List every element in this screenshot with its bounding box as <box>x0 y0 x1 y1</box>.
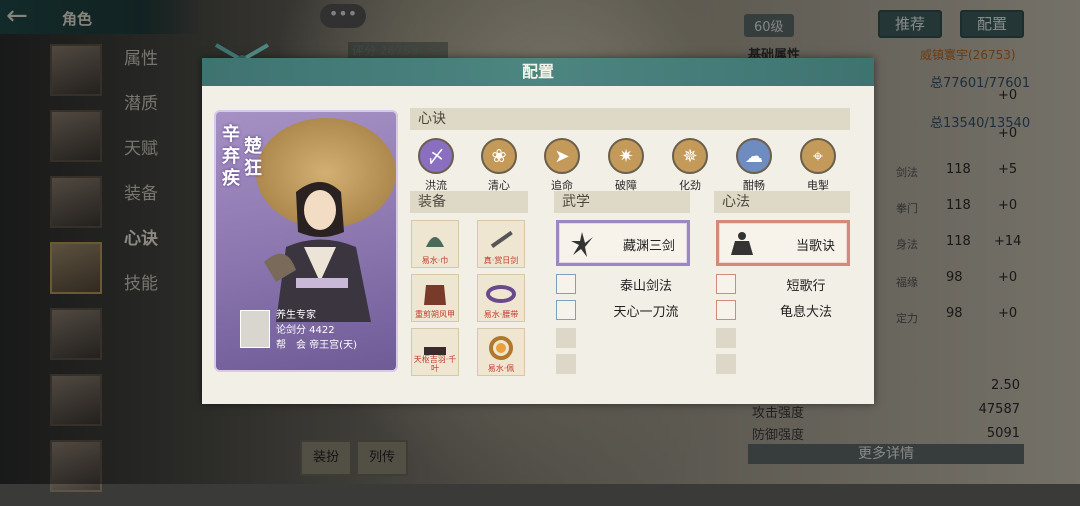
headband-icon <box>426 237 444 247</box>
sword-icon <box>490 230 513 248</box>
character-card: 辛弃疾 楚狂 养生专家 论剑分 4422 帮 会 帝王宫(天) <box>214 110 398 372</box>
character-name: 辛弃疾 <box>222 124 240 189</box>
equipment-section-header: 装备 <box>410 191 528 213</box>
swirl-icon: 〆 <box>418 138 454 174</box>
martial-skill[interactable]: 泰山剑法 <box>556 274 690 294</box>
player-avatar <box>240 310 270 348</box>
swordsman-icon <box>571 232 593 257</box>
equipment-slot[interactable]: 易水·佩 <box>477 328 525 376</box>
player-title: 养生专家 <box>276 310 316 321</box>
xinjue-item[interactable]: ✵ 化劲 <box>670 138 710 193</box>
empty-skill-slot[interactable] <box>716 328 736 348</box>
empty-skill-slot[interactable] <box>556 328 576 348</box>
config-dialog: 配置 辛弃疾 楚狂 养生专家 论剑分 4422 帮 会 帝王宫(天) 心诀 〆洪… <box>202 43 874 404</box>
martial-skill-icon <box>556 274 576 294</box>
belt-icon <box>486 285 516 303</box>
xinjue-item[interactable]: ☁ 酣畅 <box>734 138 774 193</box>
xinjue-item[interactable]: ➤ 追命 <box>542 138 582 193</box>
xinjue-item[interactable]: ⌖ 电掣 <box>798 138 838 193</box>
martial-section-header: 武学 <box>554 191 690 213</box>
martial-skill[interactable]: 天心一刀流 <box>556 300 690 320</box>
main-xinfa[interactable]: 当歌诀 <box>716 220 850 266</box>
xinjue-item[interactable]: ✷ 破障 <box>606 138 646 193</box>
equipment-slot[interactable]: 易水·巾 <box>411 220 459 268</box>
xinjue-item[interactable]: ❀ 清心 <box>479 138 519 193</box>
meditation-icon <box>731 232 753 255</box>
main-xinfa-name: 当歌诀 <box>795 239 835 254</box>
player-guild: 帮 会 帝王宫(天) <box>276 340 357 351</box>
main-martial-name: 藏渊三剑 <box>622 239 675 254</box>
xinjue-section-header: 心诀 <box>410 108 850 130</box>
palm-icon: ✵ <box>672 138 708 174</box>
character-portrait <box>264 182 371 322</box>
cloud-icon: ☁ <box>736 138 772 174</box>
ring-icon <box>489 336 513 360</box>
equipment-slot[interactable]: 天枢吉羽·千叶 <box>411 328 459 376</box>
character-alias: 楚狂 <box>244 136 262 179</box>
equipment-slot[interactable]: 重剪朔风甲 <box>411 274 459 322</box>
empty-skill-slot[interactable] <box>716 354 736 374</box>
xinfa-skill[interactable]: 短歌行 <box>716 274 850 294</box>
xinfa-skill-icon <box>716 300 736 320</box>
equipment-slot[interactable]: 易水·腰带 <box>477 274 525 322</box>
boot-icon: ⌖ <box>800 138 836 174</box>
xinfa-skill-icon <box>716 274 736 294</box>
lotus-icon: ❀ <box>481 138 517 174</box>
dash-icon: ➤ <box>544 138 580 174</box>
xinfa-section-header: 心法 <box>714 191 850 213</box>
empty-skill-slot[interactable] <box>556 354 576 374</box>
armor-icon <box>424 285 446 305</box>
player-info: 养生专家 论剑分 4422 帮 会 帝王宫(天) <box>240 308 392 356</box>
fist-icon: ✷ <box>608 138 644 174</box>
martial-skill-icon <box>556 300 576 320</box>
player-score: 论剑分 4422 <box>276 325 335 336</box>
main-martial-skill[interactable]: 藏渊三剑 <box>556 220 690 266</box>
dialog-title: 配置 <box>202 58 874 86</box>
equipment-slot[interactable]: 真·赏日剑 <box>477 220 525 268</box>
xinfa-skill[interactable]: 龟息大法 <box>716 300 850 320</box>
xinjue-item[interactable]: 〆洪流 <box>416 138 456 193</box>
player-info-text: 养生专家 论剑分 4422 帮 会 帝王宫(天) <box>276 308 357 353</box>
